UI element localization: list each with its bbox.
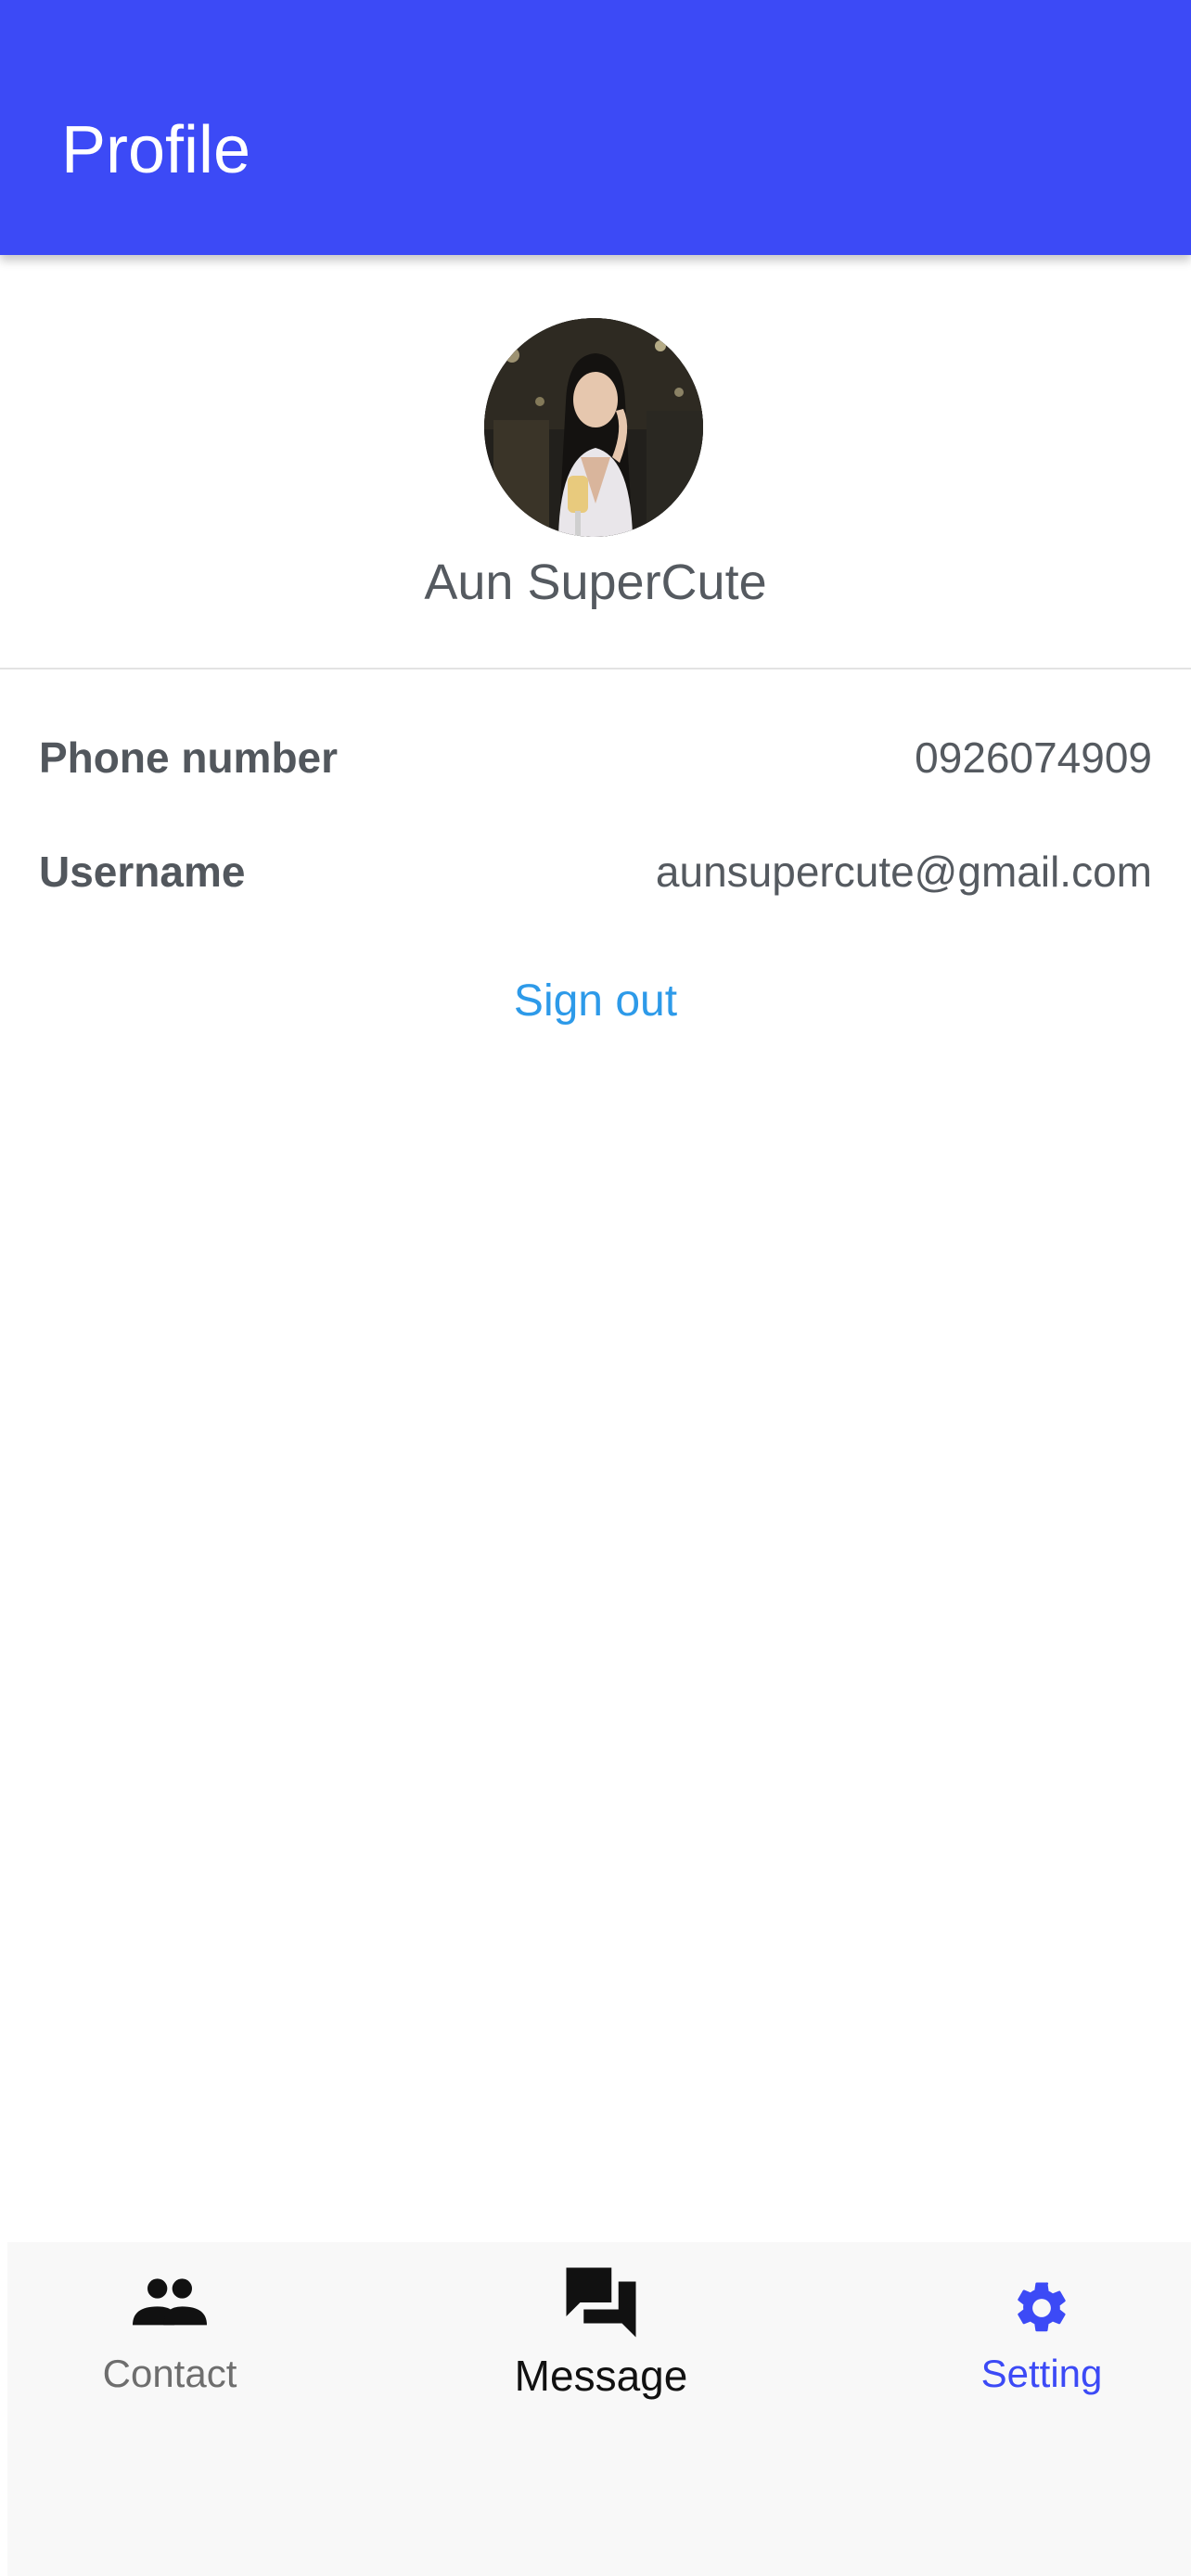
nav-label-setting: Setting <box>980 2352 1103 2395</box>
nav-item-message[interactable]: Message <box>434 2242 768 2428</box>
profile-name: Aun SuperCute <box>424 555 767 610</box>
people-icon <box>133 2276 207 2336</box>
avatar[interactable] <box>484 318 703 537</box>
app-bar: Profile <box>0 0 1191 255</box>
sign-out-button[interactable]: Sign out <box>0 964 1191 1039</box>
phone-number-row: Phone number 0926074909 <box>39 716 1152 799</box>
phone-number-label: Phone number <box>39 733 339 782</box>
nav-label-contact: Contact <box>102 2352 237 2395</box>
username-value: aunsupercute@gmail.com <box>655 848 1152 896</box>
gear-icon <box>1011 2277 1072 2343</box>
phone-number-value: 0926074909 <box>915 733 1152 782</box>
forum-icon <box>559 2261 643 2349</box>
bottom-navigation: Contact Message Setting <box>7 2242 1191 2576</box>
profile-photo <box>484 318 703 537</box>
nav-item-setting[interactable]: Setting <box>879 2242 1191 2428</box>
profile-header: Aun SuperCute <box>0 255 1191 670</box>
username-label: Username <box>39 848 246 896</box>
nav-label-message: Message <box>514 2352 688 2400</box>
nav-item-contact[interactable]: Contact <box>7 2242 332 2428</box>
page-title: Profile <box>61 113 251 187</box>
username-row: Username aunsupercute@gmail.com <box>39 830 1152 913</box>
